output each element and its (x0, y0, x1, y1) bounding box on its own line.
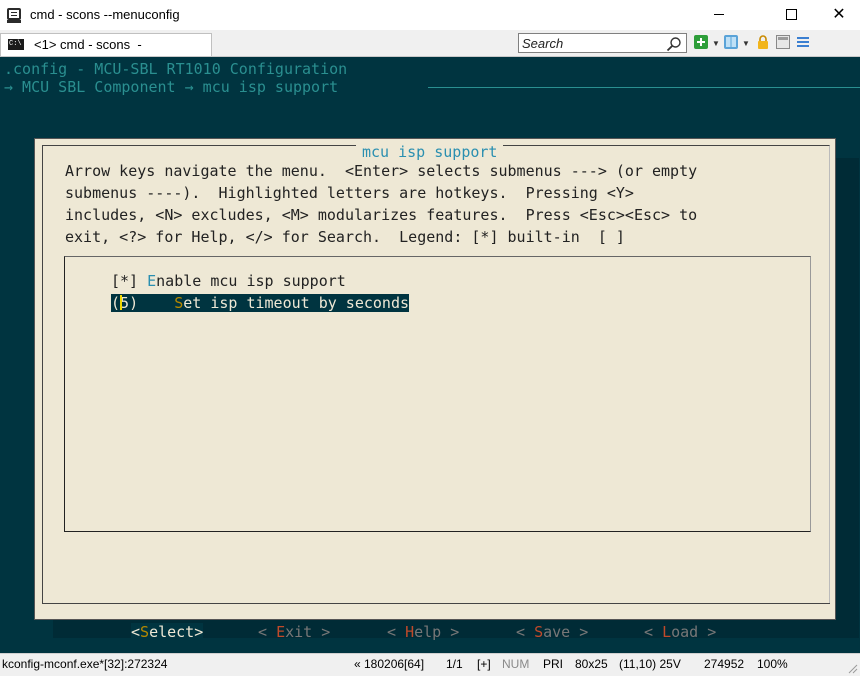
value-open-paren: ( (111, 294, 121, 312)
button-bracket: > (194, 623, 204, 641)
button-label: oad (671, 623, 699, 641)
button-bracket: > (312, 623, 331, 641)
status-bar: kconfig-mconf.exe*[32]:272324 « 180206[6… (0, 653, 860, 676)
menu-item-enable-mcu-isp[interactable]: [*] Enable mcu isp support (111, 272, 346, 290)
maximize-icon (785, 9, 797, 21)
button-label: xit (285, 623, 313, 641)
button-label: elp (414, 623, 442, 641)
hotkey-letter: E (147, 272, 157, 290)
menu-icon[interactable] (796, 35, 810, 49)
button-bracket: < (258, 623, 277, 641)
status-build[interactable]: « 180206[64] (354, 657, 424, 671)
help-text-line-3: includes, <N> excludes, <M> modularizes … (65, 206, 698, 224)
status-pid[interactable]: 274952 (704, 657, 744, 671)
window-title: cmd - scons --menuconfig (30, 7, 180, 22)
breadcrumb-rule (428, 87, 860, 88)
menu-item-label: nable mcu isp support (156, 272, 346, 290)
minimize-button[interactable] (696, 0, 742, 30)
status-plus[interactable]: [+] (477, 657, 491, 671)
cmd-console-icon: C:\ (8, 39, 24, 50)
hotkey-letter: S (534, 623, 544, 641)
dialog-title: mcu isp support (356, 143, 504, 161)
new-console-dropdown-icon[interactable]: ▼ (712, 39, 720, 48)
button-bracket: > (570, 623, 589, 641)
search-icon[interactable] (666, 36, 682, 52)
button-bracket: < (516, 623, 535, 641)
search-box[interactable] (518, 33, 687, 53)
panes-dropdown-icon[interactable]: ▼ (742, 39, 750, 48)
config-title-line: .config - MCU-SBL RT1010 Configuration (4, 60, 348, 78)
terminal-area[interactable]: .config - MCU-SBL RT1010 Configuration →… (0, 57, 860, 653)
close-icon: ✕ (832, 6, 846, 23)
hotkey-letter: H (405, 623, 415, 641)
panes-icon[interactable] (724, 35, 738, 49)
search-input[interactable] (522, 34, 660, 52)
hotkey-letter: S (140, 623, 150, 641)
button-separator (42, 603, 830, 604)
button-bracket: < (387, 623, 406, 641)
console-app-icon (7, 8, 21, 23)
status-console-position[interactable]: 1/1 (446, 657, 463, 671)
minimize-icon (714, 14, 724, 16)
menu-list: [*] Enable mcu isp support (5) Set isp t… (64, 256, 811, 532)
status-size[interactable]: 80x25 (575, 657, 608, 671)
button-bracket: > (698, 623, 717, 641)
lock-icon[interactable] (756, 35, 770, 49)
button-label: ave (543, 623, 571, 641)
text-cursor (120, 295, 123, 310)
menu-item-isp-timeout[interactable]: (5) Set isp timeout by seconds (111, 294, 410, 312)
save-button[interactable]: < Save > (516, 623, 588, 641)
button-bracket: < (131, 623, 141, 641)
tab-label: <1> cmd - scons - (34, 37, 142, 52)
window-icon[interactable] (776, 35, 790, 49)
status-zoom[interactable]: 100% (757, 657, 788, 671)
hotkey-letter: E (276, 623, 286, 641)
menu-item-label: et isp timeout by seconds (183, 294, 410, 312)
select-button[interactable]: <Select> (131, 623, 204, 641)
load-button[interactable]: < Load > (644, 623, 716, 641)
status-process[interactable]: kconfig-mconf.exe*[32]:272324 (2, 657, 167, 671)
button-bracket: < (644, 623, 663, 641)
hotkey-letter: L (662, 623, 672, 641)
button-bracket: > (441, 623, 460, 641)
help-button[interactable]: < Help > (387, 623, 459, 641)
checkbox-state: [*] (111, 272, 148, 290)
new-console-icon[interactable] (694, 35, 708, 49)
status-cursor[interactable]: (11,10) 25V (619, 657, 681, 671)
button-label: elect (149, 623, 195, 641)
help-text-line-1: Arrow keys navigate the menu. <Enter> se… (65, 162, 698, 180)
breadcrumb: → MCU SBL Component → mcu isp support (4, 78, 348, 96)
title-bar[interactable]: cmd - scons --menuconfig ✕ (0, 0, 860, 30)
status-pri[interactable]: PRI (543, 657, 563, 671)
tab-bar: C:\ <1> cmd - scons - ▼ ▼ (0, 30, 860, 57)
menuconfig-dialog: mcu isp support Arrow keys navigate the … (34, 138, 836, 641)
help-text-line-4: exit, <?> for Help, </> for Search. Lege… (65, 228, 625, 246)
resize-grip-icon[interactable] (848, 664, 858, 674)
exit-button[interactable]: < Exit > (258, 623, 330, 641)
value-close-paren: ) (129, 294, 175, 312)
status-num[interactable]: NUM (502, 657, 529, 671)
help-text-line-2: submenus ----). Highlighted letters are … (65, 184, 634, 202)
maximize-button[interactable] (768, 0, 814, 30)
tab-cmd-scons[interactable]: C:\ <1> cmd - scons - (0, 33, 212, 56)
hotkey-letter: S (174, 294, 184, 312)
close-button[interactable]: ✕ (816, 0, 860, 30)
